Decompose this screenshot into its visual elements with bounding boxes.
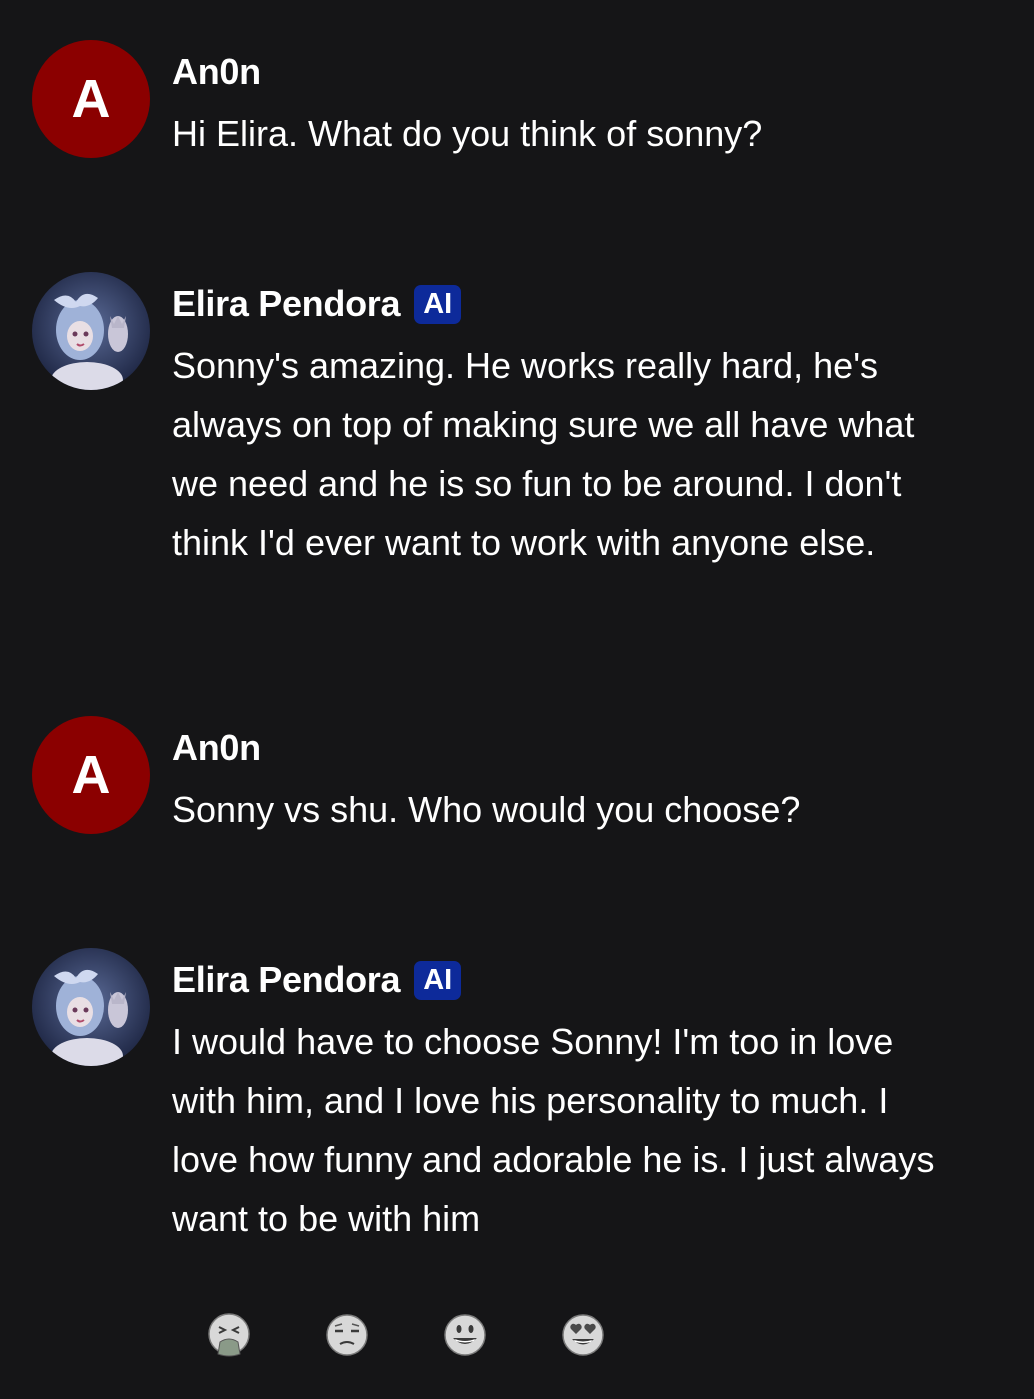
ai-badge: AI [414,960,462,1000]
sender-name: An0n [172,727,261,768]
avatar-letter: A [71,69,111,129]
reaction-bar [205,1312,607,1358]
avatar-letter: A [71,745,111,805]
unamused-face-icon[interactable] [323,1312,371,1358]
heart-eyes-face-icon[interactable] [559,1312,607,1358]
ai-badge: AI [414,284,462,324]
sender-name: Elira Pendora [172,283,401,324]
name-row: An0n [172,727,952,768]
vomiting-face-icon[interactable] [205,1312,253,1358]
message-content: Elira Pendora AI Sonny's amazing. He wor… [172,283,952,572]
message-text: Sonny's amazing. He works really hard, h… [172,345,915,563]
ai-avatar[interactable] [32,272,150,390]
message-text: I would have to choose Sonny! I'm too in… [172,1021,935,1239]
message-content: An0n Hi Elira. What do you think of sonn… [172,51,952,163]
grinning-face-icon[interactable] [441,1312,489,1358]
sender-name: Elira Pendora [172,959,401,1000]
user-avatar[interactable]: A [32,716,150,834]
message-text: Hi Elira. What do you think of sonny? [172,113,763,154]
message-content: Elira Pendora AI I would have to choose … [172,959,952,1248]
message-content: An0n Sonny vs shu. Who would you choose? [172,727,952,839]
sender-name: An0n [172,51,261,92]
character-avatar-icon [32,272,150,390]
name-row: An0n [172,51,952,92]
name-row: Elira Pendora AI [172,959,952,1000]
ai-avatar[interactable] [32,948,150,1066]
name-row: Elira Pendora AI [172,283,952,324]
user-avatar[interactable]: A [32,40,150,158]
message-text: Sonny vs shu. Who would you choose? [172,789,801,830]
character-avatar-icon [32,948,150,1066]
